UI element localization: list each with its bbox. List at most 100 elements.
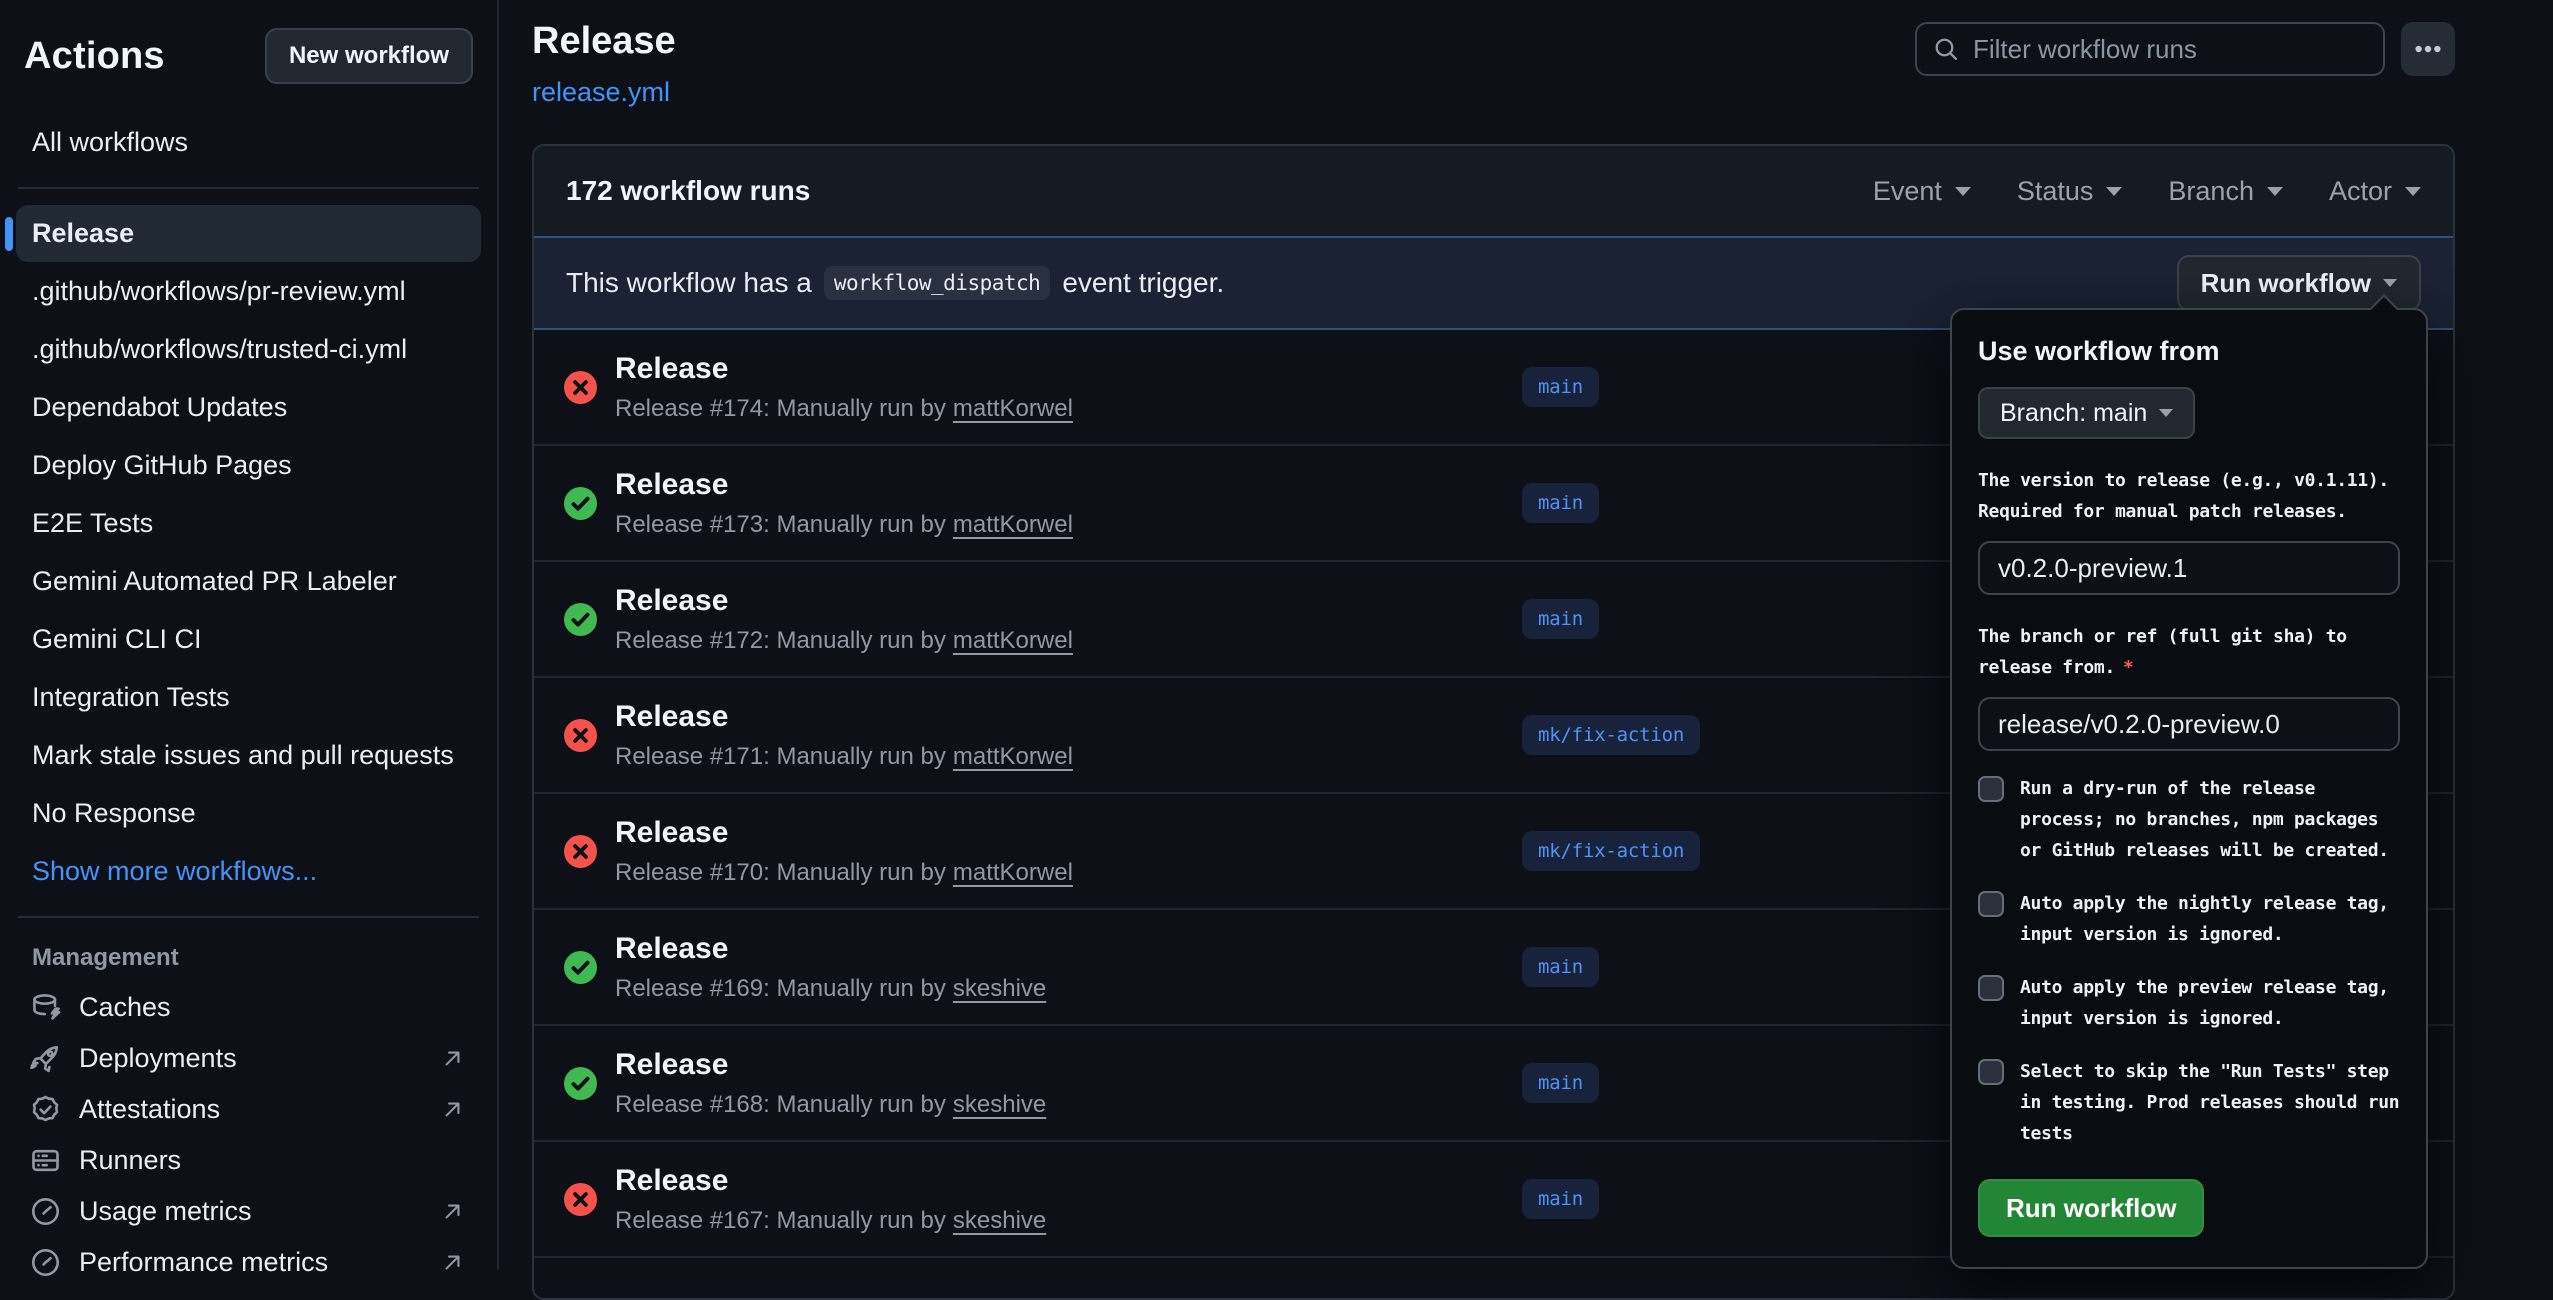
show-more-workflows-link[interactable]: Show more workflows... <box>16 843 481 900</box>
run-title-link[interactable]: Release <box>615 1164 1046 1198</box>
skip-tests-option: Select to skip the "Run Tests" step in t… <box>1978 1056 2400 1149</box>
run-title-link[interactable]: Release <box>615 932 1046 966</box>
sidebar-item-no-response[interactable]: No Response <box>16 785 481 842</box>
filter-branch[interactable]: Branch <box>2168 176 2283 207</box>
sidebar-item-label: Deployments <box>79 1043 237 1074</box>
sidebar-item-runners[interactable]: Runners <box>16 1135 481 1186</box>
sidebar-item-dependabot-updates[interactable]: Dependabot Updates <box>16 379 481 436</box>
workflow-title-block: Release release.yml <box>532 20 676 108</box>
dry-run-checkbox[interactable] <box>1978 776 2004 802</box>
sidebar-item-integration-tests[interactable]: Integration Tests <box>16 669 481 726</box>
new-workflow-button[interactable]: New workflow <box>265 28 473 84</box>
sidebar-item-all-workflows[interactable]: All workflows <box>16 114 481 171</box>
branch-badge[interactable]: main <box>1522 1179 1599 1219</box>
skip-tests-checkbox[interactable] <box>1978 1059 2004 1085</box>
rocket-icon <box>30 1043 61 1074</box>
management-section-header: Management <box>16 934 481 982</box>
actor-link[interactable]: mattKorwel <box>953 743 1073 770</box>
failure-status-icon <box>564 719 597 752</box>
dry-run-label: Run a dry-run of the release process; no… <box>2020 773 2400 866</box>
sidebar-item-attestations[interactable]: Attestations <box>16 1084 481 1135</box>
preview-tag-checkbox[interactable] <box>1978 975 2004 1001</box>
branch-ref-input[interactable] <box>1978 697 2400 751</box>
success-status-icon <box>564 951 597 984</box>
branch-badge[interactable]: mk/fix-action <box>1522 831 1700 871</box>
run-title-link[interactable]: Release <box>615 584 1073 618</box>
failure-status-icon <box>564 371 597 404</box>
branch-ref-field: The branch or ref (full git sha) to rele… <box>1978 621 2400 751</box>
actor-link[interactable]: skeshive <box>953 1207 1046 1234</box>
meter-icon <box>30 1196 61 1227</box>
filter-actor[interactable]: Actor <box>2329 176 2421 207</box>
branch-badge[interactable]: main <box>1522 947 1599 987</box>
sidebar-item-gemini-pr-labeler[interactable]: Gemini Automated PR Labeler <box>16 553 481 610</box>
sidebar-item-e2e-tests[interactable]: E2E Tests <box>16 495 481 552</box>
sidebar-item-usage-metrics[interactable]: Usage metrics <box>16 1186 481 1237</box>
version-field-label: The version to release (e.g., v0.1.11). … <box>1978 465 2400 527</box>
workflow-title: Release <box>532 20 676 63</box>
sidebar-item-deploy-github-pages[interactable]: Deploy GitHub Pages <box>16 437 481 494</box>
branch-badge[interactable]: main <box>1522 1063 1599 1103</box>
filter-status[interactable]: Status <box>2017 176 2123 207</box>
nightly-tag-checkbox[interactable] <box>1978 891 2004 917</box>
sidebar-item-label: Caches <box>79 992 171 1023</box>
branch-badge[interactable]: main <box>1522 599 1599 639</box>
actor-link[interactable]: mattKorwel <box>953 511 1073 538</box>
filter-runs-searchbox <box>1915 22 2385 76</box>
sidebar-item-release[interactable]: Release <box>16 205 481 262</box>
sidebar-divider <box>18 187 479 189</box>
run-title-link[interactable]: Release <box>615 1048 1046 1082</box>
page-kebab-button[interactable] <box>2401 22 2455 76</box>
version-input[interactable] <box>1978 541 2400 595</box>
sidebar-item-gemini-cli-ci[interactable]: Gemini CLI CI <box>16 611 481 668</box>
sidebar-item-label: Attestations <box>79 1094 220 1125</box>
filter-runs-input[interactable] <box>1973 34 2367 65</box>
chevron-down-icon <box>2106 187 2122 196</box>
run-subtitle: Release #174: Manually run bymattKorwel <box>615 395 1073 423</box>
run-title-link[interactable]: Release <box>615 468 1073 502</box>
actor-link[interactable]: mattKorwel <box>953 859 1073 886</box>
header-controls <box>1915 22 2455 76</box>
branch-selector-button[interactable]: Branch: main <box>1978 387 2195 439</box>
sidebar-header: Actions New workflow <box>16 22 481 90</box>
nightly-tag-option: Auto apply the nightly release tag, inpu… <box>1978 888 2400 950</box>
filter-event[interactable]: Event <box>1873 176 1971 207</box>
verified-badge-icon <box>30 1094 61 1125</box>
sidebar-item-performance-metrics[interactable]: Performance metrics <box>16 1237 481 1288</box>
workflow-list: Release .github/workflows/pr-review.yml … <box>16 205 481 900</box>
workflow-file-link[interactable]: release.yml <box>532 77 670 108</box>
branch-badge[interactable]: main <box>1522 483 1599 523</box>
cache-icon <box>30 992 61 1023</box>
success-status-icon <box>564 1067 597 1100</box>
banner-text: This workflow has a workflow_dispatch ev… <box>566 266 1224 300</box>
actions-sidebar: Actions New workflow All workflows Relea… <box>0 0 499 1270</box>
external-link-icon <box>440 1046 465 1071</box>
sidebar-item-trusted-ci[interactable]: .github/workflows/trusted-ci.yml <box>16 321 481 378</box>
workflow-dispatch-code: workflow_dispatch <box>824 266 1050 300</box>
run-subtitle: Release #173: Manually run bymattKorwel <box>615 511 1073 539</box>
run-title-link[interactable]: Release <box>615 352 1073 386</box>
branch-badge[interactable]: mk/fix-action <box>1522 715 1700 755</box>
sidebar-item-deployments[interactable]: Deployments <box>16 1033 481 1084</box>
sidebar-item-caches[interactable]: Caches <box>16 982 481 1033</box>
actor-link[interactable]: mattKorwel <box>953 627 1073 654</box>
sidebar-item-pr-review[interactable]: .github/workflows/pr-review.yml <box>16 263 481 320</box>
sidebar-item-mark-stale[interactable]: Mark stale issues and pull requests <box>16 727 481 784</box>
branch-badge[interactable]: main <box>1522 367 1599 407</box>
run-title-link[interactable]: Release <box>615 816 1073 850</box>
main-header: Release release.yml <box>532 20 2455 108</box>
sidebar-item-label: Performance metrics <box>79 1247 328 1278</box>
success-status-icon <box>564 487 597 520</box>
skip-tests-label: Select to skip the "Run Tests" step in t… <box>2020 1056 2400 1149</box>
actor-link[interactable]: skeshive <box>953 975 1046 1002</box>
failure-status-icon <box>564 835 597 868</box>
actor-link[interactable]: mattKorwel <box>953 395 1073 422</box>
actor-link[interactable]: skeshive <box>953 1091 1046 1118</box>
run-subtitle: Release #169: Manually run byskeshive <box>615 975 1046 1003</box>
run-subtitle: Release #168: Manually run byskeshive <box>615 1091 1046 1119</box>
chevron-down-icon <box>2159 409 2173 417</box>
runs-panel-header: 172 workflow runs Event Status Branch Ac… <box>534 146 2453 236</box>
external-link-icon <box>440 1199 465 1224</box>
run-title-link[interactable]: Release <box>615 700 1073 734</box>
run-workflow-submit-button[interactable]: Run workflow <box>1978 1179 2204 1237</box>
